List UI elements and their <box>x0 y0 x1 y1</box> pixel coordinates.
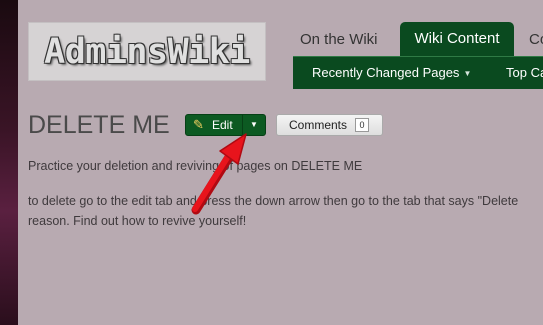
dropdown-caret-icon: ▼ <box>250 120 258 129</box>
subnav-bar: Recently Changed Pages▼ Top Ca <box>293 56 543 89</box>
comments-count-badge: 0 <box>355 118 369 132</box>
subnav-recently-changed-pages[interactable]: Recently Changed Pages ▼ <box>312 57 471 89</box>
background-left-edge <box>0 0 18 325</box>
tab-wiki-content[interactable]: Wiki Content <box>400 22 514 56</box>
page-title: DELETE ME <box>28 111 170 139</box>
article-paragraph: reason. Find out how to revive yourself! <box>28 214 247 228</box>
subnav-top-partial[interactable]: Top Ca <box>506 57 543 89</box>
tab-on-the-wiki[interactable]: On the Wiki <box>300 24 378 56</box>
edit-dropdown-arrow[interactable]: ▼ <box>242 114 266 136</box>
chevron-down-icon: ▼ <box>463 69 472 78</box>
site-logo[interactable]: AdminsWiki <box>28 22 266 81</box>
page: AdminsWiki On the Wiki Wiki Content Co R… <box>18 0 543 325</box>
subnav-item-label: Recently Changed Pages <box>312 65 460 80</box>
comments-button-label: Comments <box>289 118 348 132</box>
tab-partial[interactable]: Co <box>529 24 543 56</box>
article-paragraph: to delete go to the edit tab and press t… <box>28 194 519 208</box>
site-logo-text: AdminsWiki <box>44 31 250 72</box>
article-paragraph: Practice your deletion and reviving of p… <box>28 159 363 173</box>
pencil-icon: ✎ <box>193 117 204 132</box>
edit-button[interactable]: ✎ Edit <box>185 114 243 136</box>
edit-button-label: Edit <box>212 118 233 132</box>
comments-button[interactable]: Comments 0 <box>276 114 383 136</box>
